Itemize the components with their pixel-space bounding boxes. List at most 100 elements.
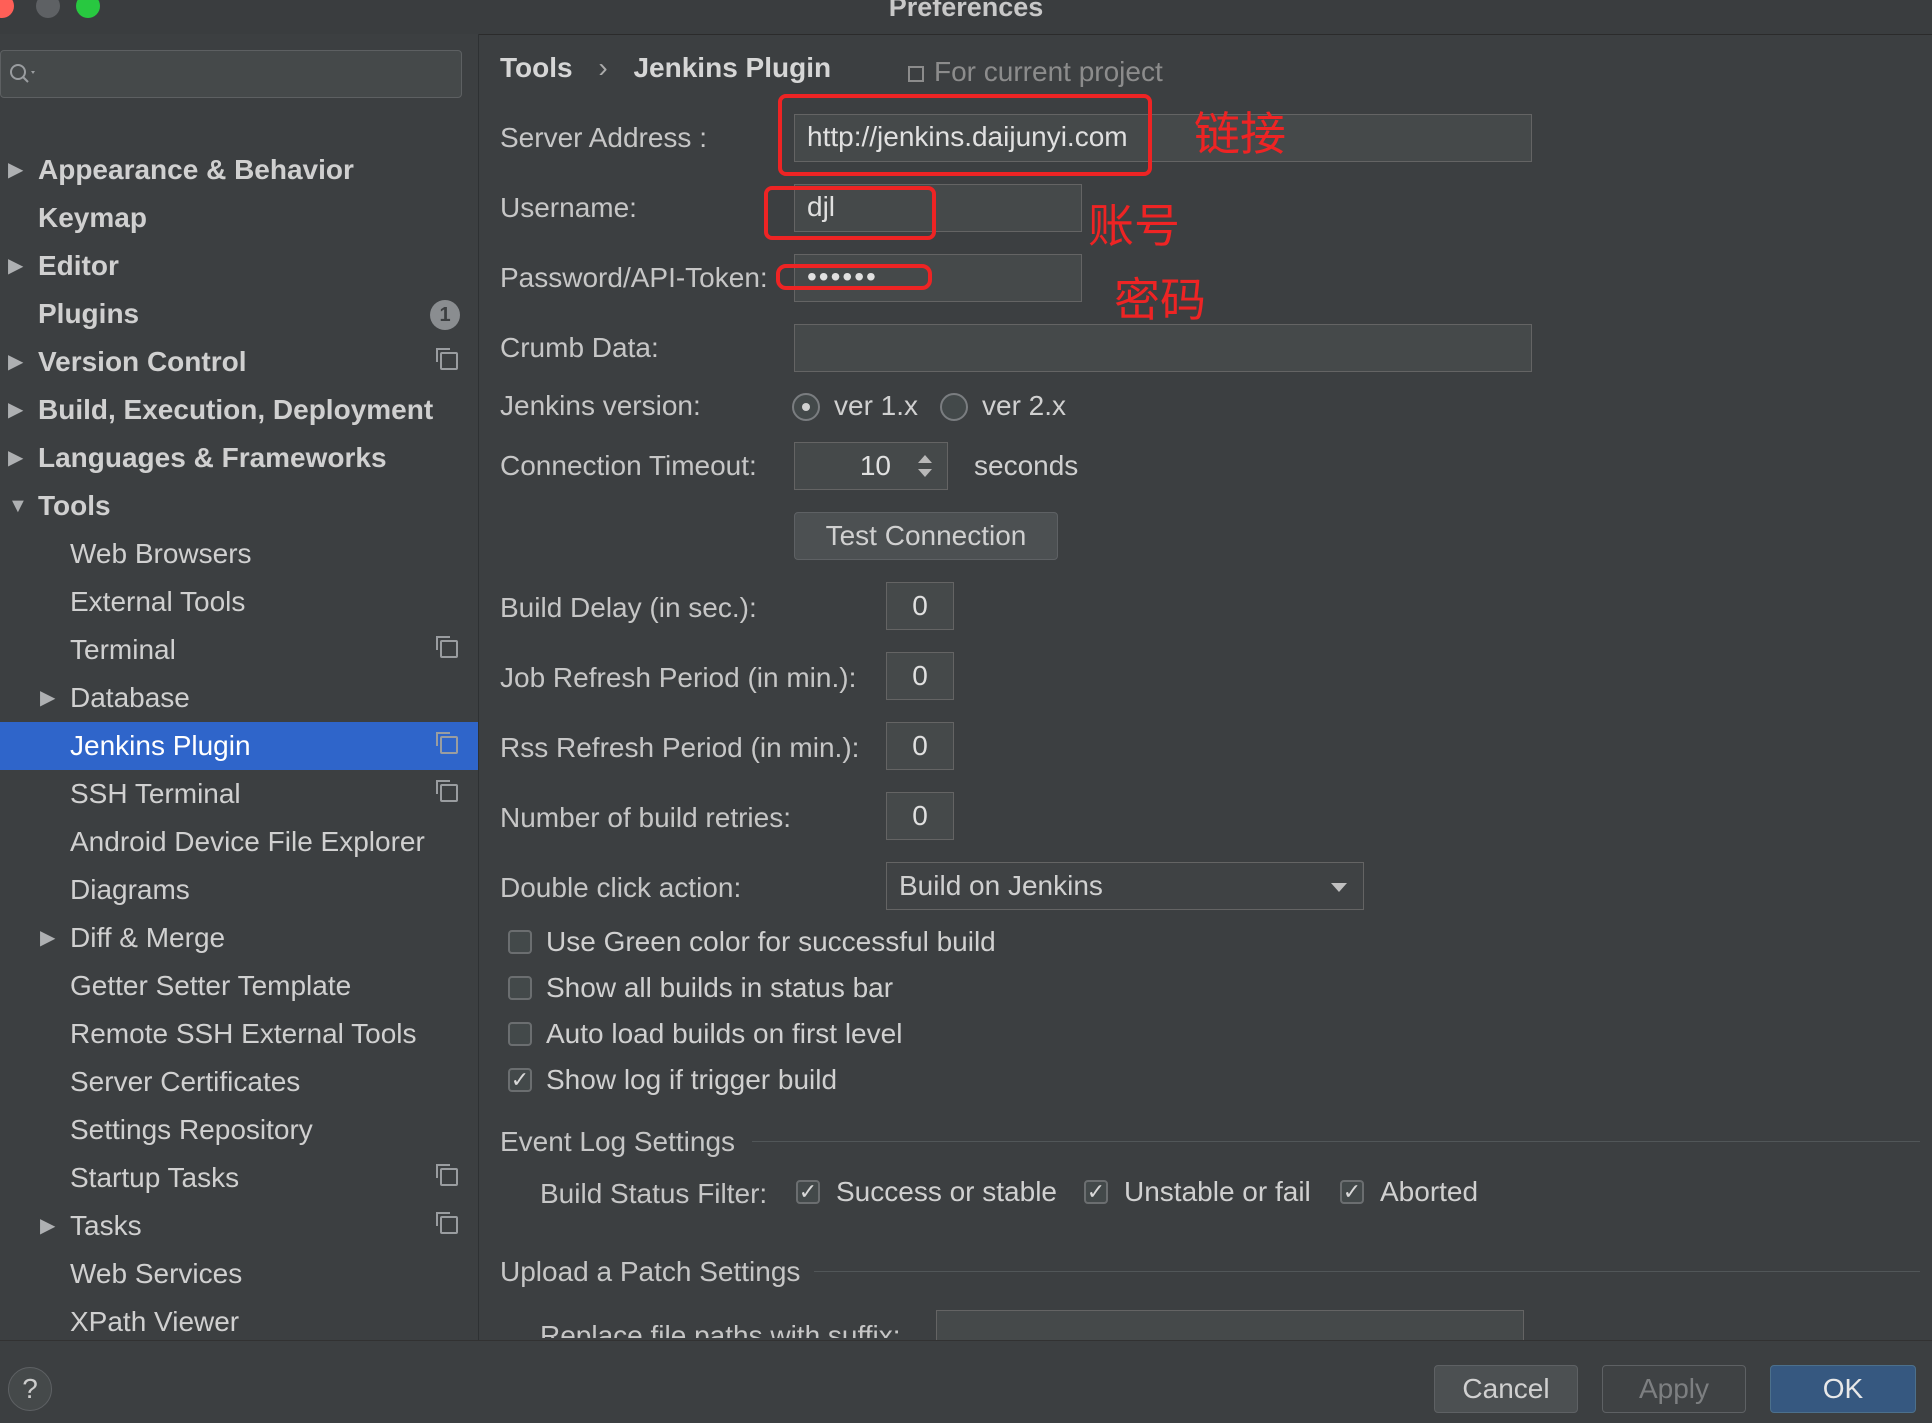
project-scope-icon bbox=[436, 780, 458, 802]
radio-dot bbox=[802, 403, 810, 411]
breadcrumb-parent[interactable]: Tools bbox=[500, 52, 573, 83]
status-filter-checkbox[interactable]: ✓ bbox=[1084, 1180, 1108, 1204]
chevron-right-icon[interactable]: ▶ bbox=[8, 386, 23, 434]
sidebar-item-label: Settings Repository bbox=[70, 1114, 313, 1145]
crumb-data-field[interactable] bbox=[794, 324, 1532, 372]
chevron-right-icon[interactable]: ▶ bbox=[8, 146, 23, 194]
apply-button[interactable]: Apply bbox=[1602, 1365, 1746, 1413]
status-filter-label: Success or stable bbox=[836, 1176, 1057, 1207]
breadcrumb-separator: › bbox=[598, 52, 608, 83]
sidebar-item-label: Jenkins Plugin bbox=[70, 730, 251, 761]
sidebar-item-label: Keymap bbox=[38, 202, 147, 233]
double-click-action-select[interactable]: Build on Jenkins bbox=[886, 862, 1364, 910]
option-checkbox[interactable] bbox=[508, 930, 532, 954]
sidebar-item-label: XPath Viewer bbox=[70, 1306, 240, 1337]
patch-section-title: Upload a Patch Settings bbox=[500, 1256, 801, 1287]
sidebar-item[interactable]: XPath Viewer bbox=[0, 1298, 478, 1340]
double-click-action-value: Build on Jenkins bbox=[899, 870, 1103, 901]
sidebar-item-label: Remote SSH External Tools bbox=[70, 1018, 417, 1049]
sidebar-item[interactable]: ▶ Diff & Merge bbox=[0, 914, 478, 962]
chevron-down-icon bbox=[1331, 883, 1347, 892]
chevron-right-icon[interactable]: ▶ bbox=[40, 1202, 55, 1250]
option-checkbox[interactable] bbox=[508, 1022, 532, 1046]
sidebar-item[interactable]: Plugins 1 bbox=[0, 290, 478, 338]
spinner-arrows-icon[interactable] bbox=[915, 451, 935, 481]
account-annotation: 账号 bbox=[1088, 199, 1180, 253]
chevron-right-icon[interactable]: ▶ bbox=[8, 242, 23, 290]
status-filter-label: Aborted bbox=[1380, 1176, 1479, 1207]
sidebar-item-label: Tasks bbox=[70, 1210, 142, 1241]
build-retries-field[interactable]: 0 bbox=[886, 792, 954, 840]
search-icon bbox=[10, 64, 35, 83]
sidebar-item[interactable]: ▼ Tools bbox=[0, 482, 478, 530]
chevron-down-icon[interactable]: ▼ bbox=[8, 482, 28, 530]
status-filter-checkbox[interactable]: ✓ bbox=[1340, 1180, 1364, 1204]
rss-refresh-label: Rss Refresh Period (in min.): bbox=[500, 732, 860, 763]
password-highlight bbox=[776, 264, 932, 290]
sidebar-item[interactable]: SSH Terminal bbox=[0, 770, 478, 818]
sidebar-item-label: Languages & Frameworks bbox=[38, 442, 387, 473]
sidebar-item[interactable]: External Tools bbox=[0, 578, 478, 626]
window-title: Preferences bbox=[888, 0, 1044, 22]
chevron-right-icon[interactable]: ▶ bbox=[40, 674, 55, 722]
job-refresh-label: Job Refresh Period (in min.): bbox=[500, 662, 857, 693]
timeout-value[interactable]: 10 bbox=[860, 443, 891, 489]
chevron-right-icon[interactable]: ▶ bbox=[8, 338, 23, 386]
build-retries-label: Number of build retries: bbox=[500, 802, 792, 833]
timeout-unit: seconds bbox=[974, 450, 1079, 481]
version-radio-2-label: ver 2.x bbox=[982, 390, 1067, 421]
timeout-spinner[interactable]: 10 bbox=[794, 442, 948, 490]
project-scope-icon bbox=[436, 1212, 458, 1234]
search-input[interactable] bbox=[0, 50, 462, 98]
sidebar-item-label: Server Certificates bbox=[70, 1066, 301, 1097]
sidebar-item[interactable]: Diagrams bbox=[0, 866, 478, 914]
sidebar-item[interactable]: ▶ Editor bbox=[0, 242, 478, 290]
sidebar-item[interactable]: Settings Repository bbox=[0, 1106, 478, 1154]
sidebar-item[interactable]: ▶ Appearance & Behavior bbox=[0, 146, 478, 194]
chevron-right-icon[interactable]: ▶ bbox=[40, 914, 55, 962]
option-checkbox-label: Show log if trigger build bbox=[546, 1064, 838, 1095]
sidebar-item[interactable]: Web Browsers bbox=[0, 530, 478, 578]
username-label: Username: bbox=[500, 192, 637, 223]
version-radio-1[interactable] bbox=[792, 393, 820, 421]
chevron-right-icon[interactable]: ▶ bbox=[8, 434, 23, 482]
sidebar-item[interactable]: Server Certificates bbox=[0, 1058, 478, 1106]
sidebar-item[interactable]: Getter Setter Template bbox=[0, 962, 478, 1010]
sidebar-item[interactable]: Remote SSH External Tools bbox=[0, 1010, 478, 1058]
option-checkbox[interactable]: ✓ bbox=[508, 1068, 532, 1092]
sidebar-item-label: External Tools bbox=[70, 586, 246, 617]
sidebar-item[interactable]: Terminal bbox=[0, 626, 478, 674]
rss-refresh-field[interactable]: 0 bbox=[886, 722, 954, 770]
sidebar-item[interactable]: Keymap bbox=[0, 194, 478, 242]
sidebar-item-label: Terminal bbox=[70, 634, 176, 665]
test-connection-button[interactable]: Test Connection bbox=[794, 512, 1058, 560]
sidebar-item[interactable]: Web Services bbox=[0, 1250, 478, 1298]
sidebar-item[interactable]: Android Device File Explorer bbox=[0, 818, 478, 866]
sidebar-item-label: Startup Tasks bbox=[70, 1162, 240, 1193]
cancel-button[interactable]: Cancel bbox=[1434, 1365, 1578, 1413]
help-button[interactable]: ? bbox=[8, 1367, 52, 1411]
version-radio-1-label: ver 1.x bbox=[834, 390, 919, 421]
sidebar-item[interactable]: Jenkins Plugin bbox=[0, 722, 478, 770]
build-delay-field[interactable]: 0 bbox=[886, 582, 954, 630]
status-filter-checkbox[interactable]: ✓ bbox=[796, 1180, 820, 1204]
jenkins-version-label: Jenkins version: bbox=[500, 390, 701, 421]
sidebar-item[interactable]: Startup Tasks bbox=[0, 1154, 478, 1202]
sidebar-item-label: Getter Setter Template bbox=[70, 970, 352, 1001]
sidebar-item[interactable]: ▶ Tasks bbox=[0, 1202, 478, 1250]
ok-button[interactable]: OK bbox=[1770, 1365, 1916, 1413]
dialog-footer: ? Cancel Apply OK bbox=[0, 1340, 1932, 1423]
title-bar: Preferences bbox=[0, 0, 1932, 35]
sidebar-item[interactable]: ▶ Database bbox=[0, 674, 478, 722]
sidebar-item[interactable]: ▶ Languages & Frameworks bbox=[0, 434, 478, 482]
option-checkbox-label: Show all builds in status bar bbox=[546, 972, 894, 1003]
job-refresh-field[interactable]: 0 bbox=[886, 652, 954, 700]
sidebar-item[interactable]: ▶ Build, Execution, Deployment bbox=[0, 386, 478, 434]
sidebar-item-label: Build, Execution, Deployment bbox=[38, 394, 434, 425]
replace-suffix-field[interactable] bbox=[936, 1310, 1524, 1340]
sidebar-item[interactable]: ▶ Version Control bbox=[0, 338, 478, 386]
sidebar-item-label: Editor bbox=[38, 250, 119, 281]
option-checkbox[interactable] bbox=[508, 976, 532, 1000]
version-radio-2[interactable] bbox=[940, 393, 968, 421]
link-annotation: 链接 bbox=[1194, 107, 1286, 161]
